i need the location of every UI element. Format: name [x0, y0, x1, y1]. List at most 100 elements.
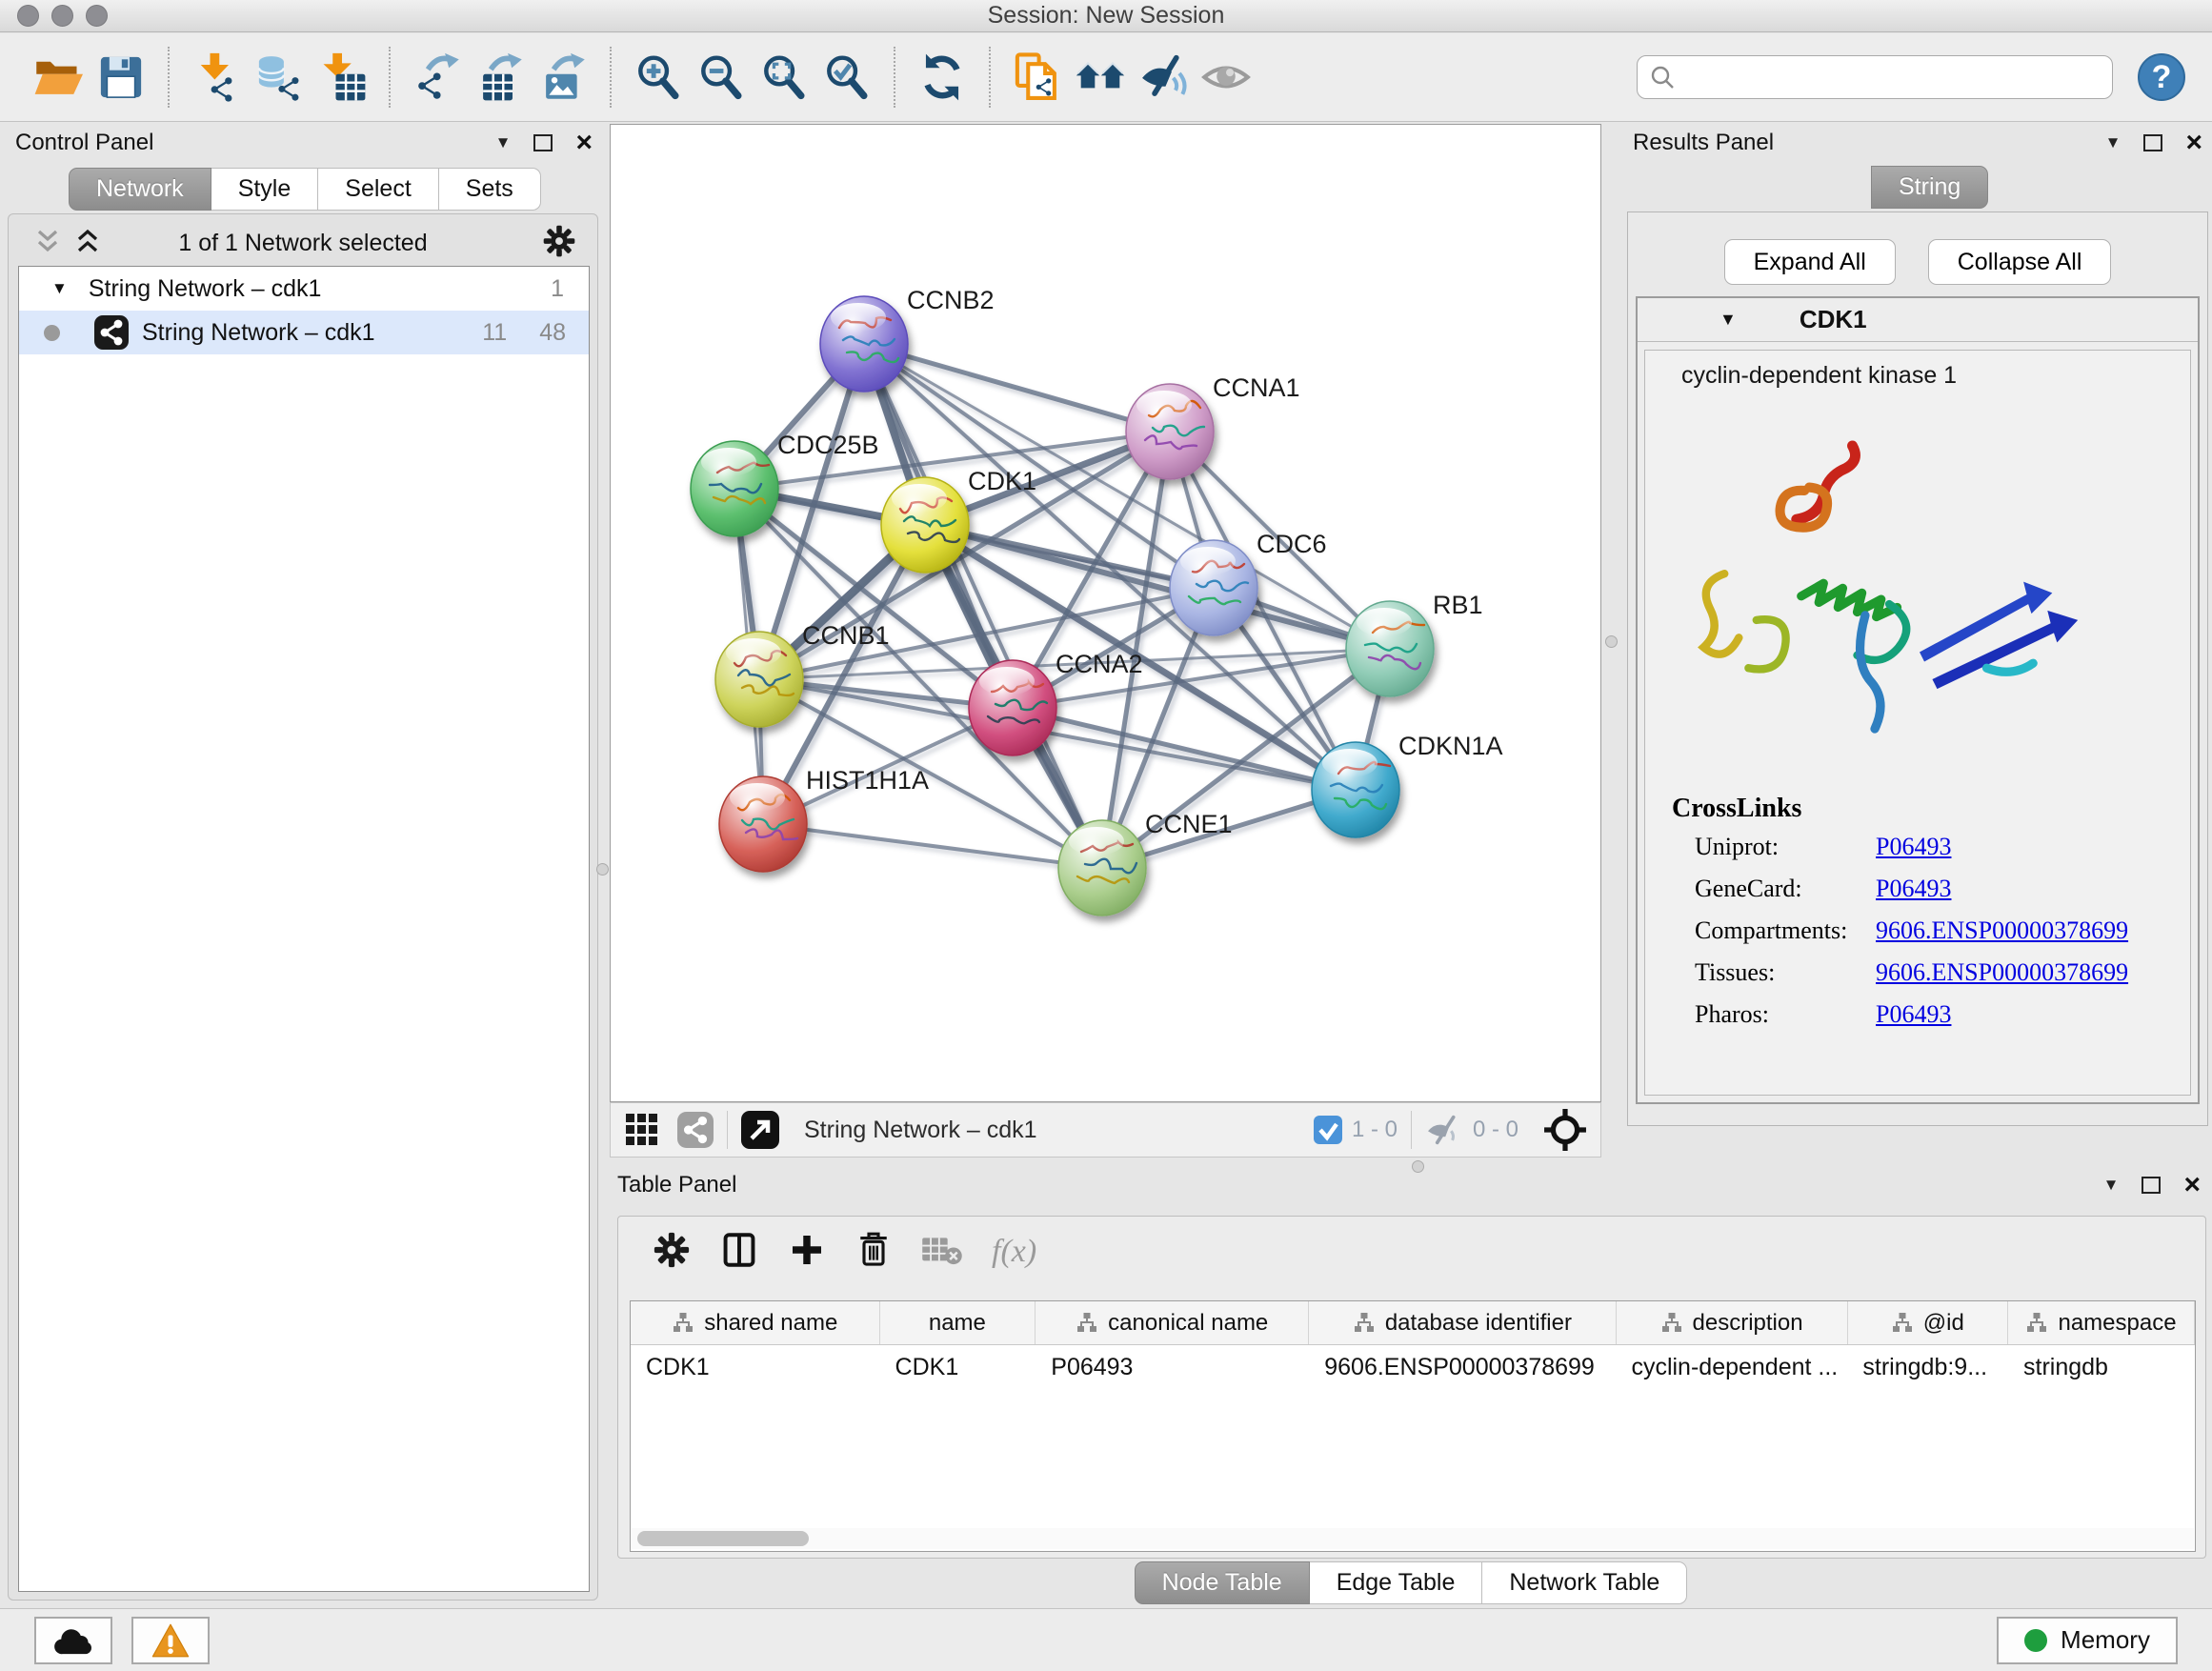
zoom-selected-button[interactable] [815, 46, 878, 109]
cloud-services-button[interactable] [34, 1617, 112, 1664]
node-CDKN1A[interactable] [1312, 742, 1399, 837]
refresh-network-button[interactable] [911, 46, 974, 109]
network-share-view-icon[interactable] [677, 1112, 714, 1148]
crosslink-link-pharos[interactable]: P06493 [1876, 1000, 1951, 1029]
node-CCNB2[interactable] [820, 296, 908, 392]
panel-menu-icon[interactable]: ▼ [2103, 1176, 2120, 1195]
crosslink-link-uniprot[interactable]: P06493 [1876, 833, 1951, 861]
crosslink-link-genecard[interactable]: P06493 [1876, 875, 1951, 903]
column-header-namespace[interactable]: namespace [2008, 1301, 2195, 1344]
show-all-button[interactable] [1195, 46, 1257, 109]
network-tab-body: 1 of 1 Network selected ▼ String Network… [8, 213, 598, 1601]
hide-selected-button[interactable] [1132, 46, 1195, 109]
import-table-file-button[interactable] [311, 46, 373, 109]
export-table-button[interactable] [469, 46, 532, 109]
search-box[interactable] [1637, 55, 2113, 99]
network-row[interactable]: String Network – cdk1 11 48 [19, 311, 589, 354]
zoom-in-button[interactable] [627, 46, 690, 109]
panel-menu-icon[interactable]: ▼ [2105, 133, 2122, 152]
toolbar-separator [989, 47, 991, 108]
column-header-description[interactable]: description [1617, 1301, 1848, 1344]
close-panel-icon[interactable]: × [575, 134, 593, 151]
table-cell-namespace[interactable]: stringdb [2008, 1345, 2195, 1389]
warnings-button[interactable] [131, 1617, 210, 1664]
tab-style[interactable]: Style [211, 168, 319, 211]
float-panel-icon[interactable] [533, 134, 553, 151]
network-overview-button[interactable] [1069, 46, 1132, 109]
show-columns-icon[interactable] [719, 1230, 759, 1275]
toolbar-separator [389, 47, 391, 108]
import-network-file-button[interactable] [185, 46, 248, 109]
right-splitter-handle[interactable] [1605, 635, 1618, 648]
node-CDC25B[interactable] [691, 441, 778, 536]
node-CCNE1[interactable] [1058, 820, 1146, 916]
birdseye-grid-icon[interactable] [624, 1112, 660, 1148]
table-cell-shared-name[interactable]: CDK1 [631, 1345, 880, 1389]
expand-all-button[interactable]: Expand All [1724, 239, 1896, 285]
zoom-fit-button[interactable] [753, 46, 815, 109]
crosslink-link-compartments[interactable]: 9606.ENSP00000378699 [1876, 916, 2128, 945]
hscrollbar-thumb[interactable] [637, 1531, 809, 1546]
memory-button[interactable]: Memory [1997, 1617, 2178, 1664]
column-header-canonical-name[interactable]: canonical name [1036, 1301, 1309, 1344]
node-CCNA1[interactable] [1126, 384, 1214, 479]
network-collection-row[interactable]: ▼ String Network – cdk1 1 [19, 267, 589, 311]
tab-string[interactable]: String [1871, 166, 1988, 209]
float-panel-icon[interactable] [2142, 1177, 2161, 1194]
open-view-icon[interactable] [741, 1111, 779, 1149]
fit-selected-crosshair-icon[interactable] [1543, 1108, 1587, 1152]
selected-checkbox-icon[interactable] [1314, 1116, 1342, 1144]
network-canvas[interactable]: CCNB2CCNA1CDC25BCDK1CDC6RB1CCNB1CCNA2CDK… [610, 124, 1601, 1102]
node-CDC6[interactable] [1170, 540, 1257, 635]
tab-sets[interactable]: Sets [439, 168, 541, 211]
import-network-database-button[interactable] [248, 46, 311, 109]
export-image-button[interactable] [532, 46, 594, 109]
tab-network-table[interactable]: Network Table [1482, 1561, 1687, 1604]
node-CCNA2[interactable] [969, 660, 1056, 755]
collapse-all-button[interactable]: Collapse All [1928, 239, 2112, 285]
add-column-icon[interactable] [788, 1231, 826, 1274]
collection-expand-icon[interactable]: ▼ [51, 279, 68, 298]
float-panel-icon[interactable] [2143, 134, 2162, 151]
tab-network[interactable]: Network [69, 168, 211, 211]
help-button[interactable]: ? [2138, 53, 2185, 101]
tab-node-table[interactable]: Node Table [1135, 1561, 1310, 1604]
network-type-icon [94, 315, 129, 350]
panel-menu-icon[interactable]: ▼ [495, 133, 512, 152]
table-cell-name[interactable]: CDK1 [880, 1345, 1036, 1389]
export-network-button[interactable] [406, 46, 469, 109]
table-cell-description[interactable]: cyclin-dependent ... [1616, 1345, 1847, 1389]
column-header-shared-name[interactable]: shared name [631, 1301, 880, 1344]
save-session-button[interactable] [90, 46, 152, 109]
tab-select[interactable]: Select [318, 168, 438, 211]
node-HIST1H1A[interactable] [719, 776, 807, 872]
table-hscrollbar[interactable] [632, 1528, 2194, 1549]
table-cell-database-identifier[interactable]: 9606.ENSP00000378699 [1309, 1345, 1616, 1389]
close-panel-icon[interactable]: × [2185, 134, 2202, 151]
node-RB1[interactable] [1346, 601, 1434, 696]
network-label: String Network – cdk1 [142, 319, 375, 347]
close-panel-icon[interactable]: × [2183, 1177, 2201, 1194]
tab-edge-table[interactable]: Edge Table [1310, 1561, 1483, 1604]
network-options-gear-icon[interactable] [542, 224, 576, 263]
zoom-out-button[interactable] [690, 46, 753, 109]
edge-HIST1H1A-CCNE1[interactable] [763, 824, 1102, 868]
node-CDK1[interactable] [881, 477, 969, 573]
search-input[interactable] [1676, 64, 2085, 91]
table-cell-canonical-name[interactable]: P06493 [1036, 1345, 1309, 1389]
clone-network-button[interactable] [1006, 46, 1069, 109]
column-header-name[interactable]: name [880, 1301, 1036, 1344]
open-session-button[interactable] [27, 46, 90, 109]
crosslink-link-tissues[interactable]: 9606.ENSP00000378699 [1876, 958, 2128, 987]
column-header-database-identifier[interactable]: database identifier [1309, 1301, 1616, 1344]
table-options-gear-icon[interactable] [653, 1231, 691, 1274]
node-CCNB1[interactable] [715, 632, 803, 727]
protein-name: CDK1 [1800, 305, 1867, 334]
left-splitter-handle[interactable] [596, 863, 609, 876]
delete-column-trash-icon[interactable] [855, 1231, 893, 1274]
table-cell-id[interactable]: stringdb:9... [1847, 1345, 2008, 1389]
section-collapse-icon[interactable]: ▼ [1719, 310, 1737, 330]
table-panel: Table Panel ▼ × [610, 1172, 2212, 1608]
column-header-id[interactable]: @id [1848, 1301, 2009, 1344]
crosslinks-list: Uniprot:P06493GeneCard:P06493Compartment… [1645, 826, 2190, 1036]
